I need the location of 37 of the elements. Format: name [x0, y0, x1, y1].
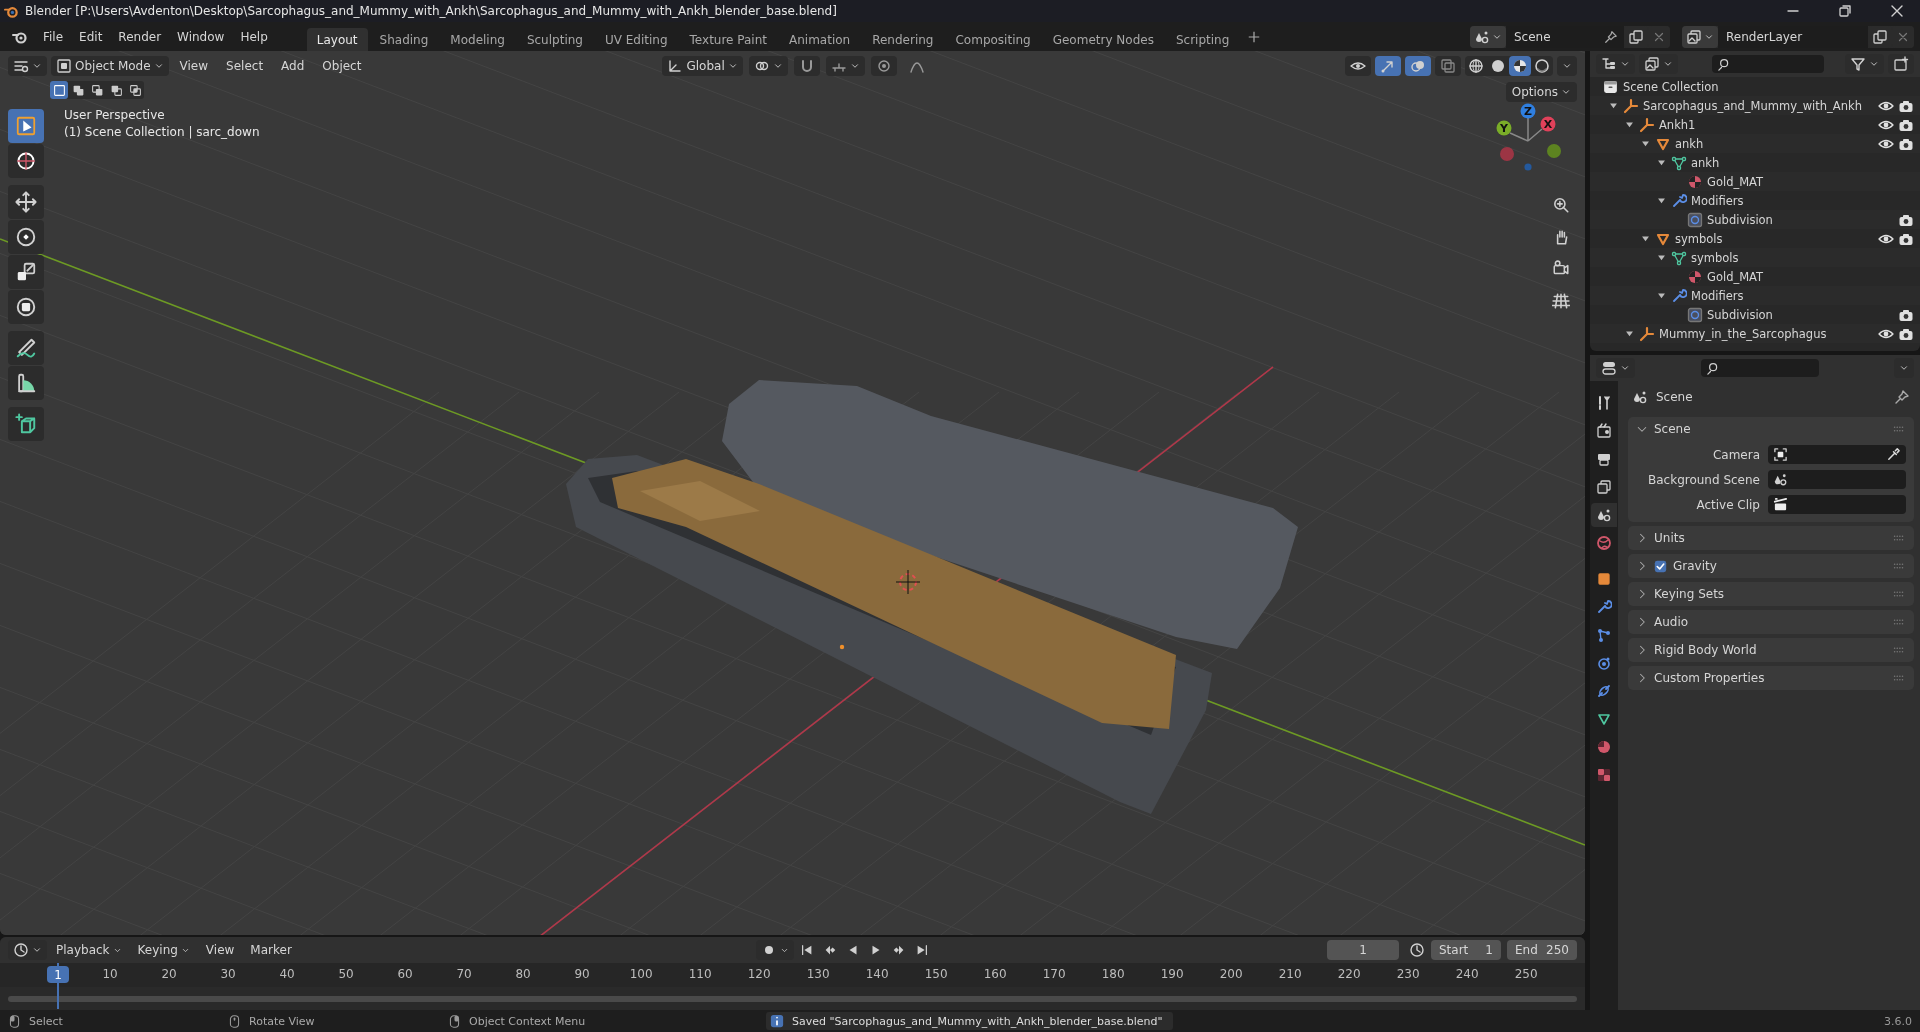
- window-title: Blender [P:\Users\Avdenton\Desktop\Sarcophagus_and_Mummy_with_Ankh\Sarcophagus_and_Mummy_with_Ankh_blender_base.blend]: [25, 4, 837, 18]
- frame-number: 50: [338, 967, 354, 981]
- viewport-info-text: User Perspective: [64, 108, 166, 122]
- frame-number: 30: [220, 967, 236, 981]
- frame-number: 130: [806, 967, 830, 981]
- field-label: Active Clip: [1695, 497, 1760, 512]
- frame-number: 60: [397, 967, 413, 981]
- frame-number: 160: [983, 967, 1007, 981]
- frame-number: 140: [865, 967, 889, 981]
- frame-number: 240: [1455, 967, 1479, 981]
- frame-number: 200: [1219, 967, 1243, 981]
- frame-number: 170: [1042, 967, 1066, 981]
- frame-number: 180: [1101, 967, 1125, 981]
- version-label: 3.6.0: [1884, 1014, 1912, 1028]
- frame-number: 120: [747, 967, 771, 981]
- frame-number: 10: [102, 967, 118, 981]
- frame-number: 90: [574, 967, 590, 981]
- frame-number: 40: [279, 967, 295, 981]
- frame-number: 80: [515, 967, 531, 981]
- field-label: Background Scene: [1647, 472, 1760, 487]
- frame-number: 100: [629, 967, 653, 981]
- status-hint: Object Context Menu: [469, 1014, 586, 1028]
- field-label: Camera: [1711, 447, 1760, 462]
- frame-number: 210: [1278, 967, 1302, 981]
- frame-number: 20: [161, 967, 177, 981]
- frame-number: 70: [456, 967, 472, 981]
- status-hint: Select: [29, 1014, 63, 1028]
- frame-number: 110: [688, 967, 712, 981]
- status-hint: Rotate View: [249, 1014, 315, 1028]
- frame-number: 230: [1396, 967, 1420, 981]
- frame-number: 150: [924, 967, 948, 981]
- viewport-info-text: (1) Scene Collection | sarc_down: [64, 125, 260, 139]
- frame-number: 250: [1514, 967, 1538, 981]
- context-title: Scene: [1656, 390, 1693, 404]
- frame-number: 220: [1337, 967, 1361, 981]
- status-message: Saved "Sarcophagus_and_Mummy_with_Ankh_blender_base.blend": [766, 1012, 1173, 1030]
- frame-number: 190: [1160, 967, 1184, 981]
